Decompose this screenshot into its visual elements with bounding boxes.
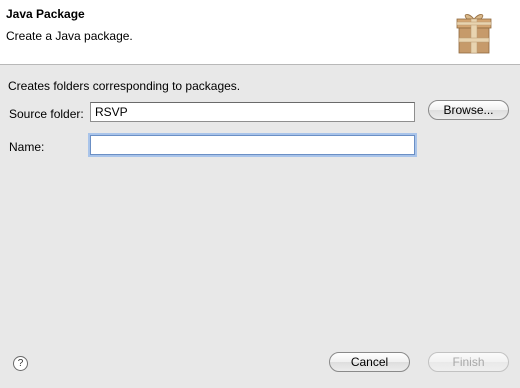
wizard-title: Java Package: [6, 7, 85, 21]
wizard-subtitle: Create a Java package.: [6, 29, 133, 43]
source-folder-input[interactable]: [90, 102, 415, 122]
wizard-header: Java Package Create a Java package.: [0, 0, 520, 65]
cancel-button[interactable]: Cancel: [329, 352, 410, 372]
wizard-body: Creates folders corresponding to package…: [0, 65, 520, 388]
finish-button[interactable]: Finish: [428, 352, 509, 372]
page-description: Creates folders corresponding to package…: [8, 79, 241, 93]
source-folder-label: Source folder:: [9, 107, 84, 121]
package-name-input[interactable]: [90, 135, 415, 155]
package-box-icon: [456, 14, 492, 54]
help-icon[interactable]: ?: [13, 356, 28, 371]
browse-button[interactable]: Browse...: [428, 100, 509, 120]
package-name-label: Name:: [9, 140, 45, 154]
